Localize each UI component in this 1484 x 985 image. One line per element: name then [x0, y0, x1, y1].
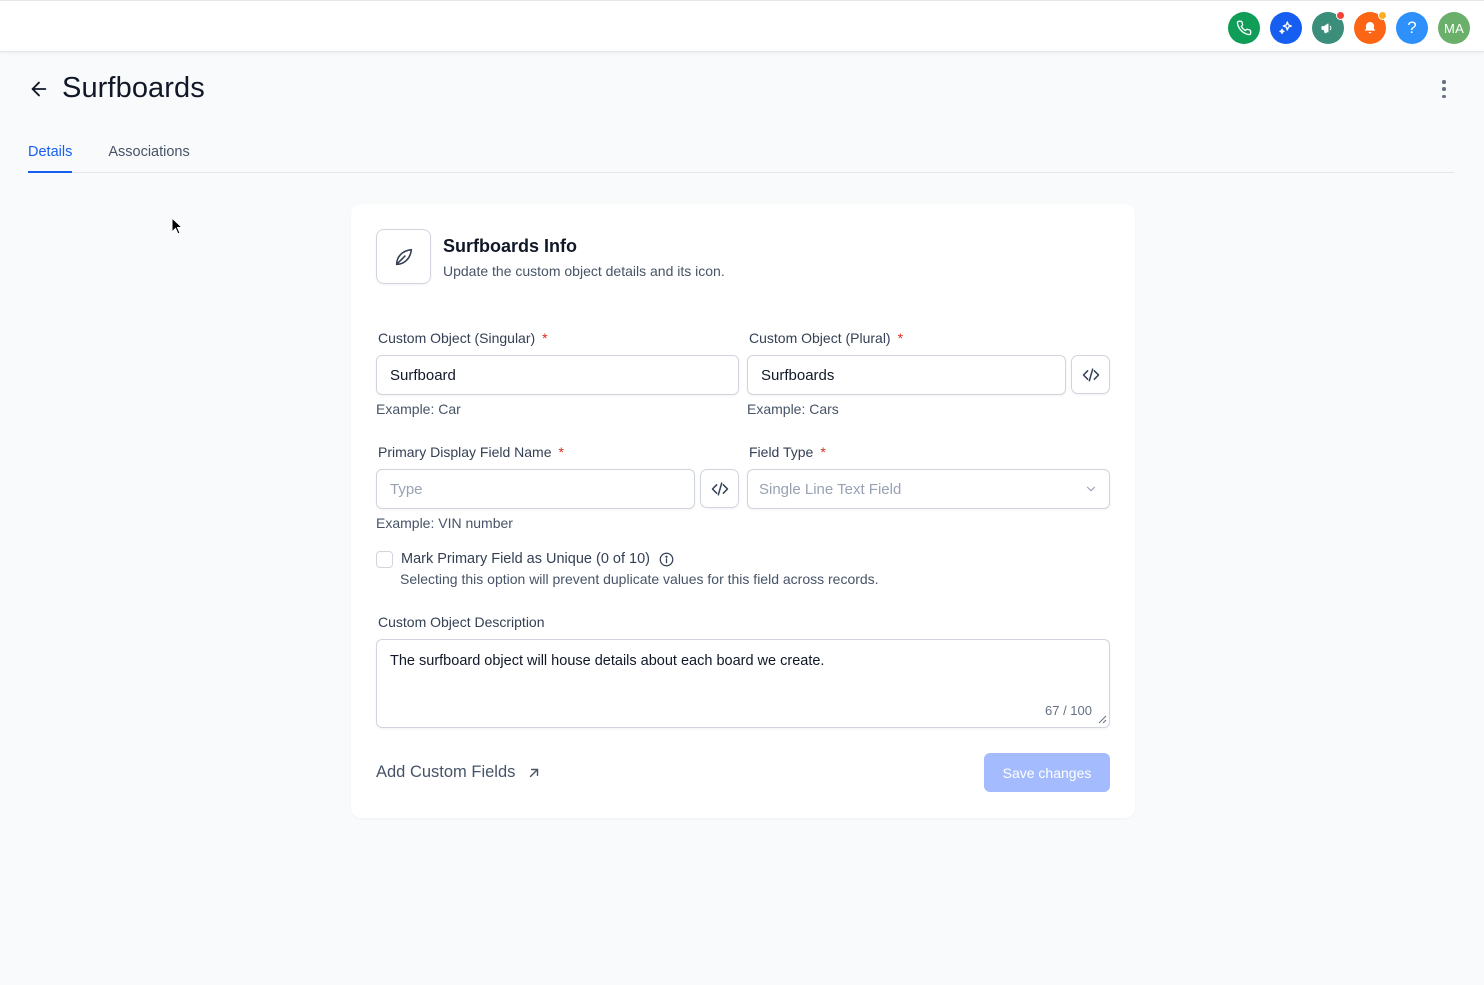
more-options-icon[interactable] [1436, 80, 1452, 98]
add-custom-fields-link[interactable]: Add Custom Fields [376, 763, 541, 782]
object-info-card: Surfboards Info Update the custom object… [351, 204, 1135, 818]
primary-field-input[interactable] [376, 469, 695, 509]
notification-dot [1378, 11, 1387, 20]
chevron-down-icon [1086, 486, 1096, 492]
notification-dot [1336, 11, 1345, 20]
info-icon[interactable] [659, 552, 674, 567]
primary-field-code-button[interactable] [700, 469, 739, 508]
help-icon[interactable]: ? [1396, 12, 1428, 44]
plural-hint: Example: Cars [747, 401, 839, 417]
top-icons: ? MA [1228, 11, 1470, 44]
help-glyph: ? [1407, 18, 1417, 37]
plural-label-text: Custom Object (Plural) [749, 330, 891, 346]
singular-hint: Example: Car [376, 401, 461, 417]
save-changes-button[interactable]: Save changes [984, 753, 1110, 792]
tab-details[interactable]: Details [28, 138, 73, 173]
code-icon [1082, 367, 1099, 382]
field-type-select[interactable]: Single Line Text Field [747, 469, 1110, 509]
required-marker: * [558, 444, 564, 460]
plural-input[interactable] [747, 355, 1066, 395]
required-marker: * [542, 330, 548, 346]
required-marker: * [897, 330, 904, 346]
primary-field-label: Primary Display Field Name * [378, 444, 564, 460]
singular-label: Custom Object (Singular) * [378, 330, 548, 346]
surfboard-icon [395, 248, 412, 265]
resize-handle-icon[interactable] [1098, 715, 1107, 724]
tab-associations[interactable]: Associations [108, 138, 189, 173]
field-type-label: Field Type * [749, 444, 826, 460]
arrow-left-icon[interactable] [28, 78, 50, 100]
tabs: Details Associations [28, 138, 1454, 173]
card-title: Surfboards Info [443, 236, 577, 256]
character-counter: 67 / 100 [1045, 703, 1092, 718]
description-textarea[interactable]: The surfboard object will house details … [376, 639, 1110, 728]
mouse-cursor-icon [171, 217, 183, 235]
card-subtitle: Update the custom object details and its… [443, 263, 725, 279]
megaphone-icon[interactable] [1312, 11, 1345, 44]
required-marker: * [820, 444, 826, 460]
description-label: Custom Object Description [378, 614, 545, 630]
sparkle-icon[interactable] [1270, 12, 1302, 44]
top-bar: ? MA [0, 0, 1484, 52]
singular-label-text: Custom Object (Singular) [378, 330, 536, 346]
code-icon [711, 481, 728, 496]
add-custom-fields-label: Add Custom Fields [376, 763, 516, 781]
avatar-initials: MA [1443, 20, 1465, 36]
plural-code-button[interactable] [1071, 355, 1110, 394]
page-header: Surfboards [28, 72, 205, 105]
unique-label-text: Mark Primary Field as Unique (0 of 10) [401, 551, 650, 567]
field-type-value: Single Line Text Field [759, 480, 902, 498]
primary-field-label-text: Primary Display Field Name [378, 444, 552, 460]
bell-icon[interactable] [1354, 11, 1387, 44]
phone-icon[interactable] [1228, 12, 1260, 44]
primary-field-hint: Example: VIN number [376, 515, 513, 531]
object-icon-picker[interactable] [376, 229, 431, 284]
unique-label: Mark Primary Field as Unique (0 of 10) [401, 551, 674, 567]
field-type-label-text: Field Type [749, 444, 814, 460]
plural-label: Custom Object (Plural) * [749, 330, 903, 346]
unique-checkbox[interactable] [376, 551, 393, 568]
page-title: Surfboards [62, 72, 205, 104]
unique-description: Selecting this option will prevent dupli… [400, 571, 879, 587]
avatar[interactable]: MA [1438, 12, 1470, 44]
arrow-up-right-icon [530, 768, 539, 777]
singular-input[interactable] [376, 355, 739, 395]
